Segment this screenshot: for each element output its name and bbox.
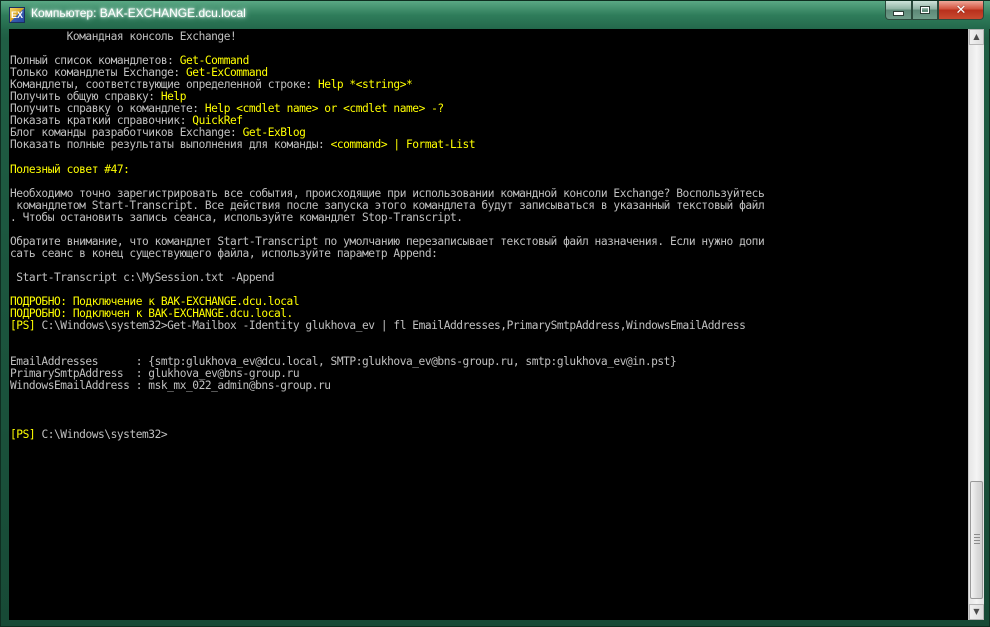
maximize-button[interactable]: [912, 1, 938, 20]
scroll-down-button[interactable]: ▼: [969, 604, 984, 620]
title-bar[interactable]: EX Компьютер: BAK-EXCHANGE.dcu.local ✕: [1, 1, 990, 29]
console-text-segment: Необходимо точно зарегистрировать все со…: [10, 186, 765, 200]
console-text-segment: Командная консоль Exchange!: [10, 30, 237, 43]
window-title: Компьютер: BAK-EXCHANGE.dcu.local: [31, 6, 246, 20]
console-text-segment: Только командлеты Exchange:: [10, 66, 186, 80]
close-button[interactable]: ✕: [938, 1, 984, 20]
minimize-icon: [893, 10, 904, 16]
highlighted-text: <command> | Format-List: [330, 138, 476, 152]
console-text-segment: Обратите внимание, что командлет Start-T…: [10, 234, 765, 248]
console-line: Командная консоль Exchange!: [10, 30, 968, 43]
highlighted-text: Help: [160, 90, 187, 104]
minimize-button[interactable]: [885, 1, 912, 20]
console-text-segment: WindowsEmailAddress : msk_mx_022_admin@b…: [10, 379, 331, 393]
highlighted-text: [PS]: [10, 427, 36, 441]
highlighted-text: QuickRef: [192, 114, 243, 128]
exchange-shell-icon[interactable]: EX: [9, 7, 25, 23]
console-text-segment: Показать краткий справочник:: [10, 114, 193, 128]
highlighted-text: ПОДРОБНО: Подключение к BAK-EXCHANGE.dcu…: [10, 295, 300, 309]
console-text-segment: Получить общую справку:: [10, 90, 161, 104]
highlighted-text: Get-ExBlog: [242, 126, 306, 140]
highlighted-text: Help <cmdlet name> or <cmdlet name> -?: [204, 102, 444, 116]
console-text-segment: Start-Transcript c:\MySession.txt -Appen…: [10, 270, 274, 284]
console-line: WindowsEmailAddress : msk_mx_022_admin@b…: [10, 380, 968, 392]
maximize-icon: [920, 6, 930, 14]
highlighted-text: ПОДРОБНО: Подключен к BAK-EXCHANGE.dcu.l…: [10, 307, 293, 321]
scroll-up-button[interactable]: ▲: [969, 29, 984, 45]
console-output[interactable]: Командная консоль Exchange! Полный список…: [9, 29, 968, 620]
console-line: сать сеанс в конец существующего файла, …: [10, 246, 968, 260]
console-text-segment: Блог команды разработчиков Exchange:: [10, 126, 243, 140]
highlighted-text: Get-ExCommand: [186, 66, 268, 80]
console-text-segment: . Чтобы остановить запись сеанса, исполь…: [10, 210, 463, 224]
console-text-segment: Командлеты, соответствующие определенной…: [10, 78, 318, 92]
console-line: Полезный совет #47:: [10, 162, 968, 176]
console-line: Start-Transcript c:\MySession.txt -Appen…: [10, 270, 968, 284]
console-text-segment: Показать полные результаты выполнения дл…: [10, 138, 331, 152]
highlighted-text: Полезный совет #47:: [10, 162, 130, 176]
console-line: Показать полные результаты выполнения дл…: [10, 139, 968, 151]
console-text-segment: сать сеанс в конец существующего файла, …: [10, 246, 438, 260]
console-line: [PS] C:\Windows\system32>: [10, 427, 968, 441]
highlighted-text: Get-Command: [179, 54, 250, 68]
close-icon: ✕: [955, 2, 967, 18]
console-text-segment: C:\Windows\system32>Get-Mailbox -Identit…: [35, 319, 746, 333]
console-text-segment: PrimarySmtpAddress : glukhova_ev@bns-gro…: [10, 367, 300, 381]
console-window: EX Компьютер: BAK-EXCHANGE.dcu.local ✕ К…: [0, 0, 990, 627]
grip-icon: [974, 534, 980, 544]
console-text-segment: Получить справку о командлете:: [10, 102, 205, 116]
console-text-segment: командлетом Start-Transcript. Все действ…: [10, 198, 765, 212]
console-text-segment: EmailAddresses : {smtp:glukhova_ev@dcu.l…: [10, 355, 677, 369]
scroll-thumb[interactable]: [970, 481, 983, 599]
console-text-segment: Полный список командлетов:: [10, 54, 180, 68]
console-line: [PS] C:\Windows\system32>Get-Mailbox -Id…: [10, 320, 968, 332]
highlighted-text: Help *<string>*: [318, 78, 413, 92]
vertical-scrollbar[interactable]: ▲ ▼: [968, 29, 984, 620]
console-text-segment: C:\Windows\system32>: [35, 427, 168, 441]
console-line: . Чтобы остановить запись сеанса, исполь…: [10, 210, 968, 224]
highlighted-text: [PS]: [10, 319, 36, 333]
console-text: Командная консоль Exchange! Полный список…: [9, 29, 968, 441]
